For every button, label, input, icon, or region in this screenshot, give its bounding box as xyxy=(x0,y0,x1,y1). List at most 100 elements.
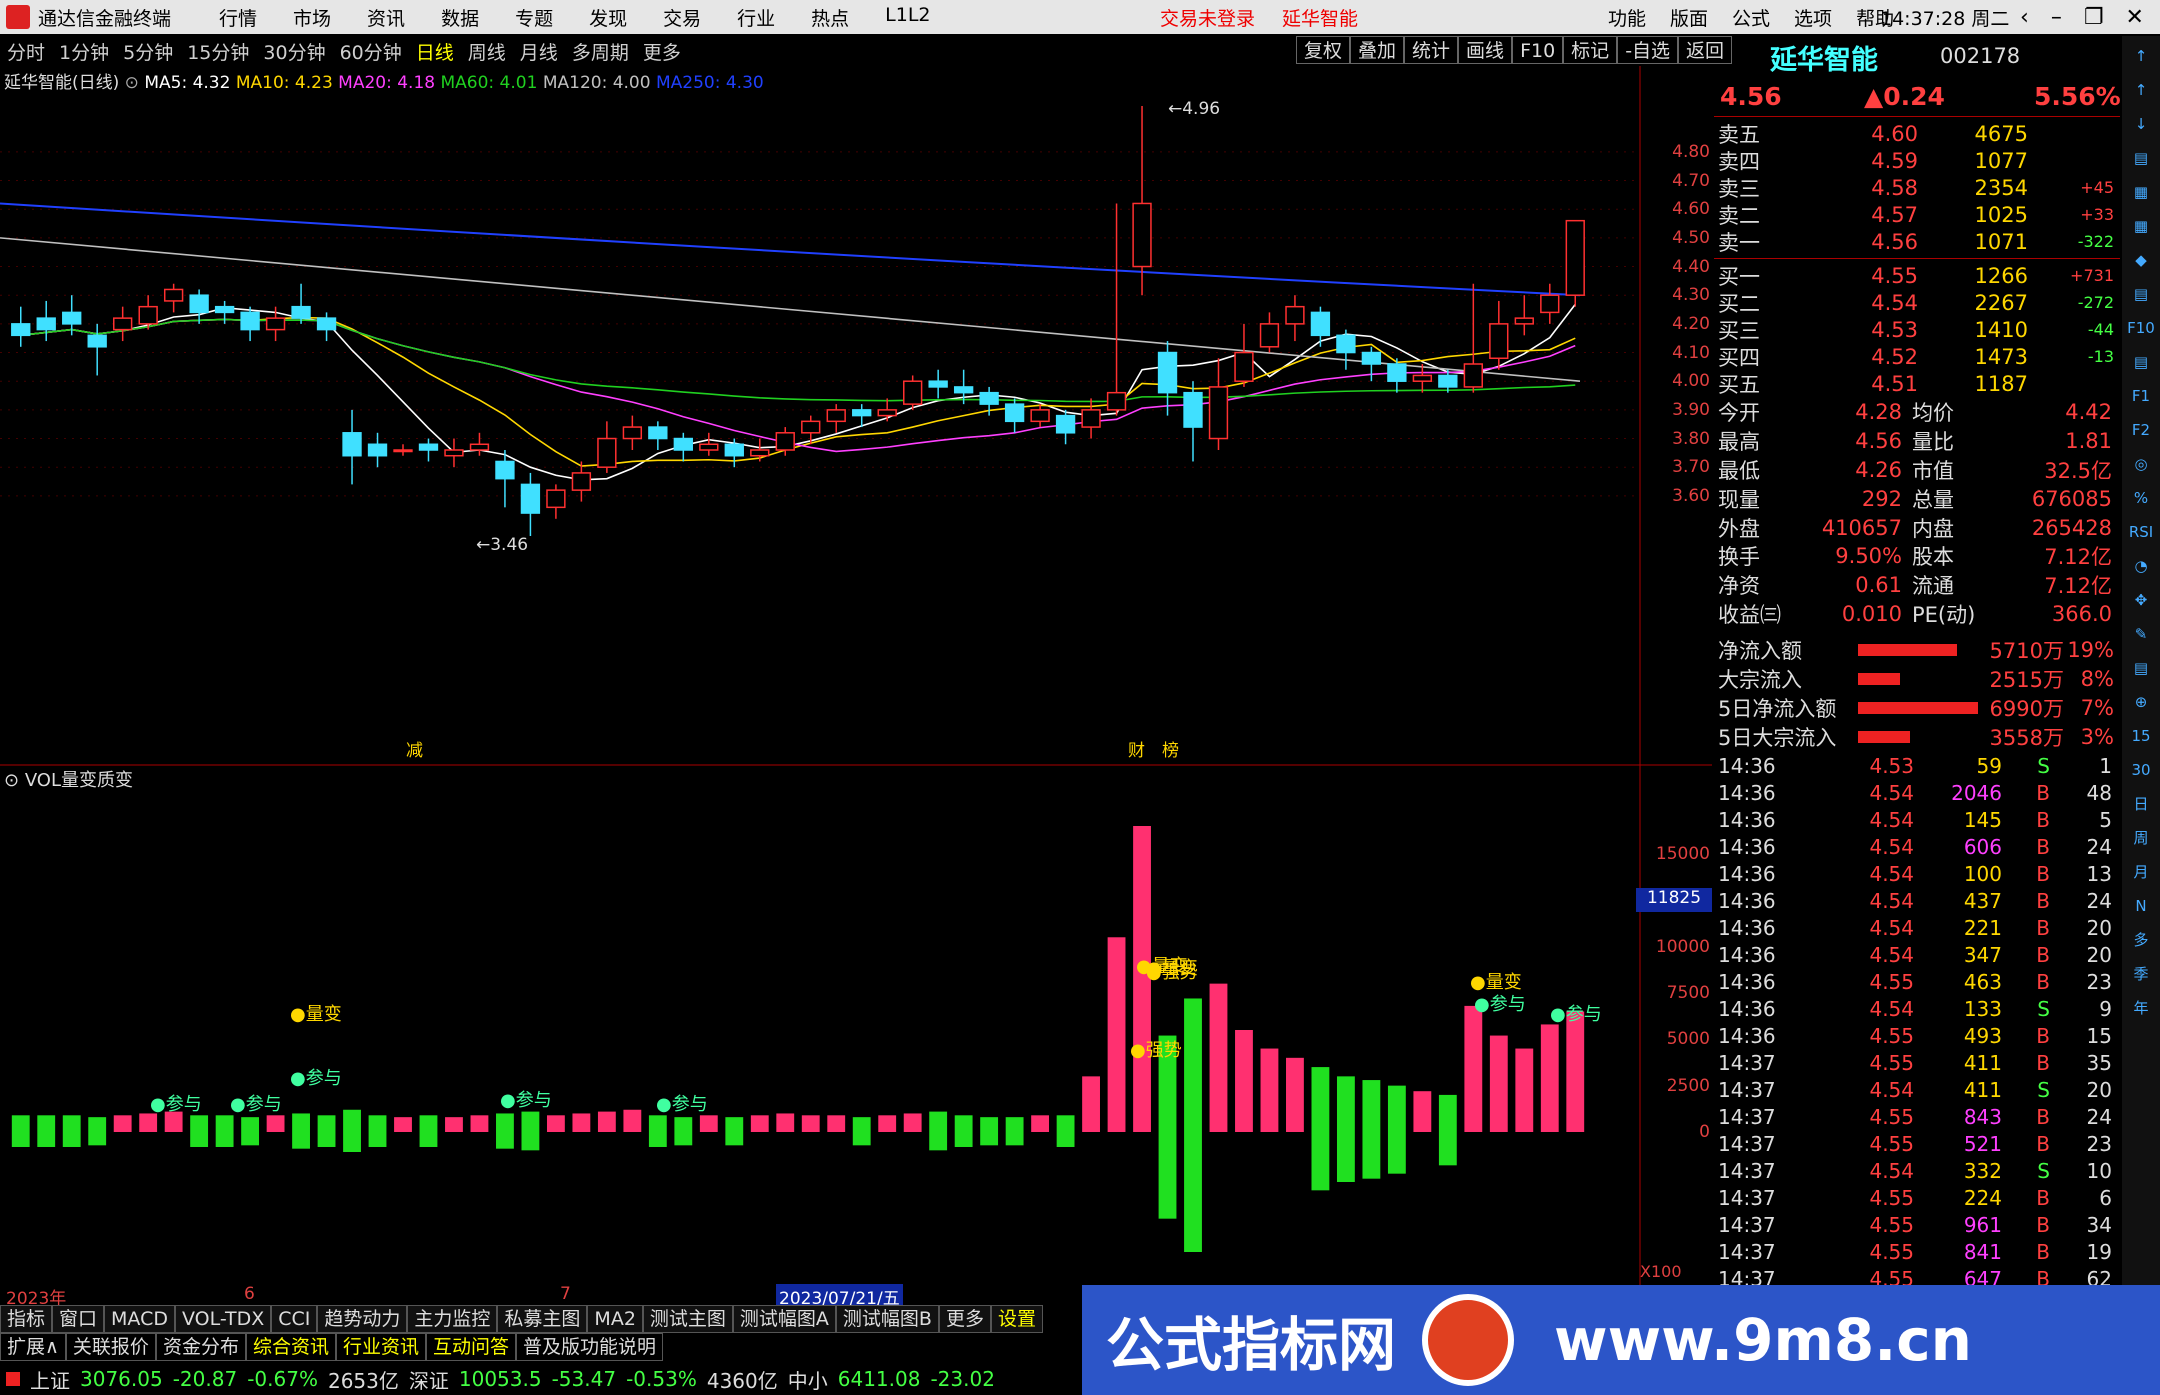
tool-6[interactable]: -自选 xyxy=(1617,36,1679,64)
period-9[interactable]: 多周期 xyxy=(565,38,636,65)
back-icon[interactable]: ‹ xyxy=(2020,5,2029,30)
tool-1[interactable]: 叠加 xyxy=(1350,36,1405,64)
tick-price: 4.54 xyxy=(1869,996,1914,1021)
side-tool-icon[interactable]: N xyxy=(2127,892,2155,920)
period-7[interactable]: 周线 xyxy=(461,38,513,65)
menu-0[interactable]: 行情 xyxy=(201,4,275,31)
menu-3[interactable]: 数据 xyxy=(423,4,497,31)
volume-chart[interactable]: ●量变●参与●参与 ●参与 ●参与 ●参与●强势●量变●强势●量变●参与 ●参与●量变 xyxy=(0,766,1712,1286)
side-tool-icon[interactable]: ▤ xyxy=(2127,280,2155,308)
menu-5[interactable]: 发现 xyxy=(571,4,645,31)
side-tool-icon[interactable]: F1 xyxy=(2127,382,2155,410)
candlestick-chart[interactable]: ←4.96 ←3.46 减 财榜 xyxy=(0,66,1712,766)
period-1[interactable]: 1分钟 xyxy=(52,38,116,65)
indicator-tab-12[interactable]: 更多 xyxy=(938,1305,991,1333)
rmenu-2[interactable]: 公式 xyxy=(1720,4,1782,31)
period-6[interactable]: 日线 xyxy=(409,38,461,65)
candle-body xyxy=(1361,351,1382,365)
ext-tab-3[interactable]: 综合资讯 xyxy=(245,1333,336,1361)
indicator-tab-10[interactable]: 测试幅图A xyxy=(732,1305,836,1333)
indicator-tab-3[interactable]: VOL-TDX xyxy=(175,1305,272,1333)
indicator-tab-9[interactable]: 测试主图 xyxy=(642,1305,733,1333)
period-10[interactable]: 更多 xyxy=(636,38,688,65)
indicator-tab-13[interactable]: 设置 xyxy=(990,1305,1043,1333)
side-tool-icon[interactable]: ◔ xyxy=(2127,552,2155,580)
ext-tab-0[interactable]: 扩展∧ xyxy=(0,1333,66,1361)
indicator-tab-4[interactable]: CCI xyxy=(271,1305,318,1333)
ext-tab-5[interactable]: 互动问答 xyxy=(425,1333,516,1361)
indicator-tab-1[interactable]: 窗口 xyxy=(52,1305,105,1333)
indicator-tab-7[interactable]: 私募主图 xyxy=(497,1305,588,1333)
menu-1[interactable]: 市场 xyxy=(275,4,349,31)
tool-5[interactable]: 标记 xyxy=(1563,36,1618,64)
side-tool-icon[interactable]: F10 xyxy=(2127,314,2155,342)
indicator-tab-2[interactable]: MACD xyxy=(104,1305,175,1333)
period-2[interactable]: 5分钟 xyxy=(116,38,180,65)
side-tool-icon[interactable]: ▤ xyxy=(2127,348,2155,376)
side-tool-icon[interactable]: ↑ xyxy=(2127,76,2155,104)
app-title: 通达信金融终端 xyxy=(38,7,172,30)
side-tool-icon[interactable]: ▤ xyxy=(2127,654,2155,682)
period-4[interactable]: 30分钟 xyxy=(256,38,332,65)
close-icon[interactable]: ✕ xyxy=(2126,5,2144,30)
side-tool-icon[interactable]: ◆ xyxy=(2127,246,2155,274)
ext-tab-1[interactable]: 关联报价 xyxy=(65,1333,156,1361)
side-tool-icon[interactable]: % xyxy=(2127,484,2155,512)
menu-2[interactable]: 资讯 xyxy=(349,4,423,31)
ext-tab-4[interactable]: 行业资讯 xyxy=(335,1333,426,1361)
side-tool-icon[interactable]: ▦ xyxy=(2127,178,2155,206)
side-tool-icon[interactable]: ⊕ xyxy=(2127,688,2155,716)
period-8[interactable]: 月线 xyxy=(513,38,565,65)
side-tool-icon[interactable]: ↓ xyxy=(2127,110,2155,138)
side-tool-icon[interactable]: 周 xyxy=(2127,824,2155,852)
side-tool-icon[interactable]: 月 xyxy=(2127,858,2155,886)
side-tool-icon[interactable]: ◎ xyxy=(2127,450,2155,478)
side-tool-icon[interactable]: ✎ xyxy=(2127,620,2155,648)
side-tool-icon[interactable]: 多 xyxy=(2127,926,2155,954)
tool-4[interactable]: F10 xyxy=(1512,36,1564,64)
side-tool-icon[interactable]: 30 xyxy=(2127,756,2155,784)
restore-icon[interactable]: ❐ xyxy=(2084,5,2104,30)
ext-tab-6[interactable]: 普及版功能说明 xyxy=(516,1333,664,1361)
period-5[interactable]: 60分钟 xyxy=(333,38,409,65)
rmenu-1[interactable]: 版面 xyxy=(1658,4,1720,31)
period-3[interactable]: 15分钟 xyxy=(180,38,256,65)
flow-pct: 3% xyxy=(2080,724,2114,749)
vol-bar xyxy=(1235,1030,1253,1132)
side-tool-icon[interactable]: ✥ xyxy=(2127,586,2155,614)
menu-8[interactable]: 热点 xyxy=(793,4,867,31)
side-tool-icon[interactable]: 年 xyxy=(2127,994,2155,1022)
period-0[interactable]: 分时 xyxy=(0,38,52,65)
side-tool-icon[interactable]: ↑ xyxy=(2127,42,2155,70)
side-tool-icon[interactable]: F2 xyxy=(2127,416,2155,444)
vol-tick: 10000 xyxy=(1655,936,1710,957)
minimize-icon[interactable]: – xyxy=(2051,5,2062,30)
menu-7[interactable]: 行业 xyxy=(719,4,793,31)
menu-6[interactable]: 交易 xyxy=(645,4,719,31)
side-tool-icon[interactable]: ▦ xyxy=(2127,212,2155,240)
ext-tab-2[interactable]: 资金分布 xyxy=(155,1333,246,1361)
side-tool-icon[interactable]: 15 xyxy=(2127,722,2155,750)
trade-login-status[interactable]: 交易未登录 xyxy=(1160,4,1255,31)
indicator-tab-11[interactable]: 测试幅图B xyxy=(835,1305,939,1333)
side-tool-icon[interactable]: RSI xyxy=(2127,518,2155,546)
side-tool-icon[interactable]: 日 xyxy=(2127,790,2155,818)
indicator-tab-0[interactable]: 指标 xyxy=(0,1305,53,1333)
side-tool-icon[interactable]: 季 xyxy=(2127,960,2155,988)
indicator-tab-5[interactable]: 趋势动力 xyxy=(317,1305,408,1333)
rmenu-0[interactable]: 功能 xyxy=(1596,4,1658,31)
tool-3[interactable]: 画线 xyxy=(1458,36,1513,64)
tool-2[interactable]: 统计 xyxy=(1404,36,1459,64)
menu-4[interactable]: 专题 xyxy=(497,4,571,31)
indicator-tab-8[interactable]: MA2 xyxy=(587,1305,643,1333)
side-tool-icon[interactable]: ▤ xyxy=(2127,144,2155,172)
tick-price: 4.55 xyxy=(1869,969,1914,994)
tool-0[interactable]: 复权 xyxy=(1296,36,1351,64)
order-label: 买二 xyxy=(1718,291,1760,316)
menu-9[interactable]: L1L2 xyxy=(867,4,948,31)
indicator-tab-6[interactable]: 主力监控 xyxy=(407,1305,498,1333)
rmenu-3[interactable]: 选项 xyxy=(1782,4,1844,31)
clock-time: 14:37:28 xyxy=(1880,7,1966,30)
stat-label: 量比 xyxy=(1912,429,1954,454)
vol-bar xyxy=(1362,1080,1381,1132)
